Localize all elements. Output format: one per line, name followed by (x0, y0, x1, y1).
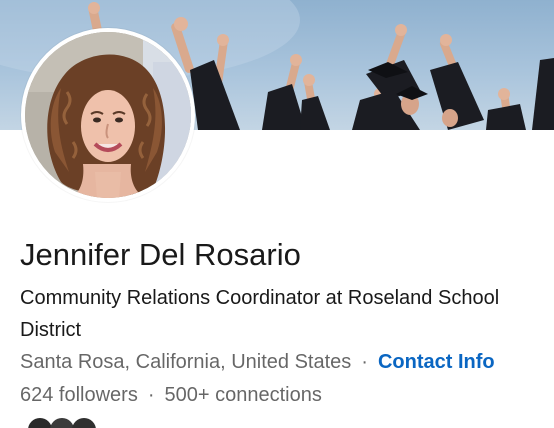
profile-name: Jennifer Del Rosario (20, 237, 301, 272)
mutual-connections-avatars[interactable] (26, 416, 116, 428)
profile-location: Santa Rosa, California, United States (20, 351, 352, 373)
profile-photo[interactable] (25, 32, 191, 198)
profile-photo-frame[interactable] (21, 28, 195, 202)
separator-dot: · (361, 351, 368, 373)
contact-info-link[interactable]: Contact Info (378, 351, 495, 373)
location-row: Santa Rosa, California, United States · Co… (20, 346, 495, 378)
connections-count[interactable]: 500+ connections (165, 384, 322, 406)
profile-headline: Community Relations Coordinator at Rosel… (20, 287, 500, 341)
network-stats-row: 624 followers · 500+ connections (20, 379, 322, 411)
followers-count: 624 followers (20, 384, 138, 406)
separator-dot: · (147, 384, 155, 406)
